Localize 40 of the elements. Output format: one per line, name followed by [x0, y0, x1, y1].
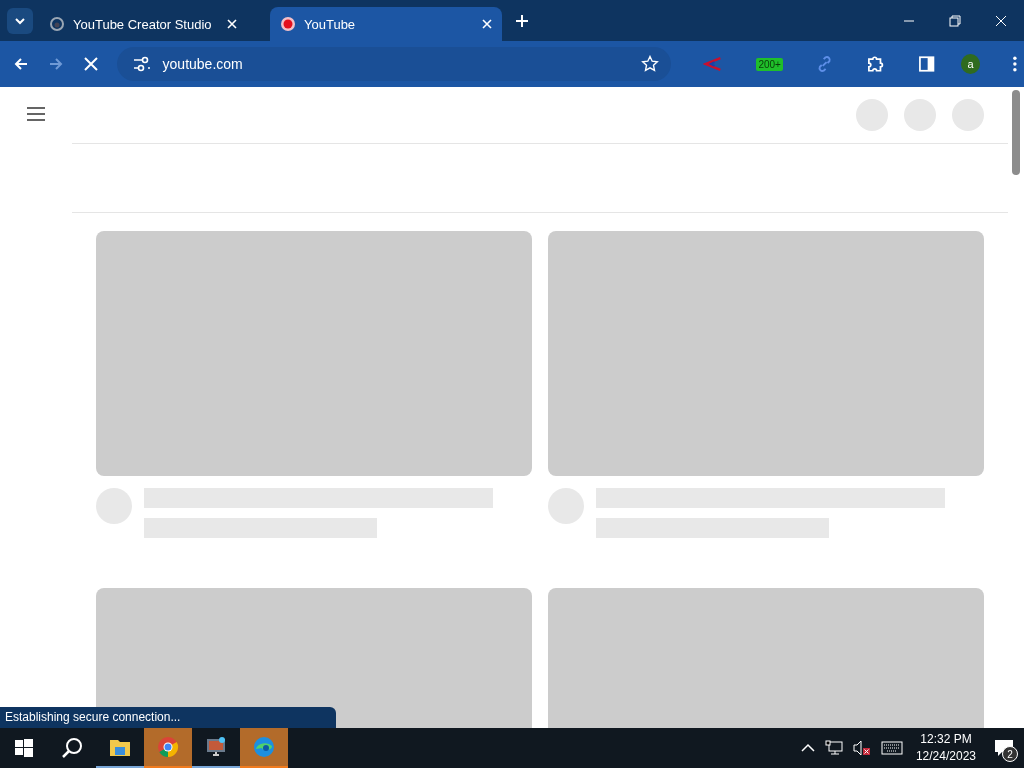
clock-time: 12:32 PM	[920, 731, 972, 748]
loading-favicon-icon	[280, 16, 296, 32]
browser-icon	[252, 735, 276, 759]
network-icon[interactable]	[824, 740, 843, 756]
close-tab-icon[interactable]	[482, 19, 492, 29]
menu-icon[interactable]	[26, 106, 46, 122]
plus-icon	[515, 13, 529, 28]
muted-speaker-icon[interactable]	[852, 740, 871, 756]
menu-icon[interactable]	[1012, 55, 1018, 73]
windows-logo-icon	[15, 739, 33, 757]
close-icon	[995, 14, 1007, 27]
close-tab-icon[interactable]	[227, 19, 237, 29]
bookmark-star-icon[interactable]	[641, 55, 660, 73]
restore-icon	[949, 14, 961, 27]
gear-icon	[49, 16, 65, 32]
back-arrow-icon	[13, 56, 30, 72]
keyboard-icon[interactable]	[880, 741, 903, 755]
notifications-button[interactable]: 2	[984, 728, 1024, 768]
status-bubble: Establishing secure connection...	[0, 707, 336, 728]
chevron-down-icon	[14, 16, 26, 25]
puzzle-piece-icon[interactable]	[866, 54, 886, 74]
site-settings-icon	[132, 56, 151, 72]
scrollbar-thumb[interactable]	[1012, 90, 1020, 175]
forward-arrow-icon	[48, 56, 65, 72]
stop-icon	[84, 57, 99, 71]
browser-icon	[156, 735, 180, 759]
browser-tab[interactable]: YouTube Creator Studio	[39, 7, 247, 41]
address-bar[interactable]: youtube.com	[116, 47, 672, 81]
chevron-up-icon[interactable]	[800, 743, 815, 753]
side-panel-icon[interactable]	[917, 55, 935, 73]
profile-avatar[interactable]: a	[960, 54, 981, 74]
search-icon	[61, 737, 83, 759]
url-text: youtube.com	[162, 56, 243, 72]
clock-date: 12/24/2023	[915, 748, 976, 765]
clock[interactable]: 12:32 PM 12/24/2023	[915, 731, 976, 765]
extension-badge[interactable]: 200+	[756, 57, 783, 71]
notification-count: 2	[1002, 746, 1018, 762]
monitor-icon	[204, 735, 228, 759]
tab-search-button[interactable]	[7, 7, 33, 34]
browser-tab[interactable]: YouTube	[270, 7, 502, 41]
